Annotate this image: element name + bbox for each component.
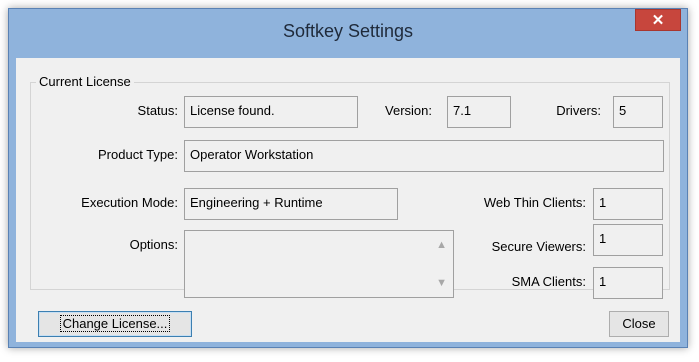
drivers-field: 5 bbox=[613, 96, 663, 128]
close-icon: ✕ bbox=[651, 12, 665, 29]
sma-clients-label: SMA Clients: bbox=[511, 274, 586, 289]
change-license-label: Change License... bbox=[59, 315, 171, 332]
dialog-title: Softkey Settings bbox=[282, 21, 414, 41]
product-type-field: Operator Workstation bbox=[184, 140, 664, 172]
secure-viewers-label: Secure Viewers: bbox=[491, 239, 586, 254]
current-license-group-title: Current License bbox=[36, 74, 134, 89]
title-bar[interactable]: Softkey Settings ✕ bbox=[9, 9, 687, 59]
execution-mode-field: Engineering + Runtime bbox=[184, 188, 398, 220]
close-button-label: Close bbox=[622, 316, 656, 331]
options-label: Options: bbox=[129, 237, 178, 252]
web-thin-clients-field: 1 bbox=[593, 188, 663, 220]
web-thin-clients-label: Web Thin Clients: bbox=[483, 195, 586, 210]
close-button[interactable]: Close bbox=[609, 311, 669, 337]
drivers-label: Drivers: bbox=[556, 103, 601, 118]
sma-clients-field: 1 bbox=[593, 267, 663, 299]
version-field: 7.1 bbox=[447, 96, 511, 128]
status-field: License found. bbox=[184, 96, 358, 128]
softkey-settings-dialog: Softkey Settings ✕ Current License Statu… bbox=[8, 8, 688, 348]
close-window-button[interactable]: ✕ bbox=[635, 9, 681, 31]
version-label: Version: bbox=[385, 103, 432, 118]
product-type-label: Product Type: bbox=[98, 147, 178, 162]
execution-mode-label: Execution Mode: bbox=[81, 195, 178, 210]
status-label: Status: bbox=[137, 103, 178, 118]
change-license-button[interactable]: Change License... bbox=[38, 311, 192, 337]
options-memo[interactable]: ▲ ▼ bbox=[184, 230, 454, 298]
secure-viewers-field: 1 bbox=[593, 224, 663, 256]
dialog-client-area: Current License Status: License found. V… bbox=[16, 58, 680, 342]
